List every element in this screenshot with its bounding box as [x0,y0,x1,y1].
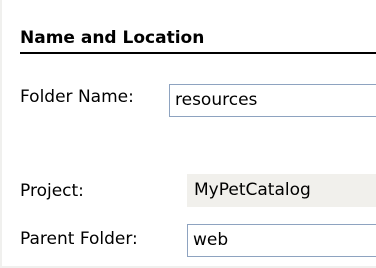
parent-folder-input[interactable]: web [187,224,376,257]
folder-name-label: Folder Name: [20,87,134,107]
section-divider [20,52,376,54]
project-label: Project: [20,181,84,201]
folder-name-input[interactable]: resources [169,84,376,117]
parent-folder-label: Parent Folder: [20,229,138,249]
project-field: MyPetCatalog [187,174,376,207]
section-title: Name and Location [20,28,205,48]
name-and-location-panel: Name and Location Folder Name: resources… [0,0,376,268]
